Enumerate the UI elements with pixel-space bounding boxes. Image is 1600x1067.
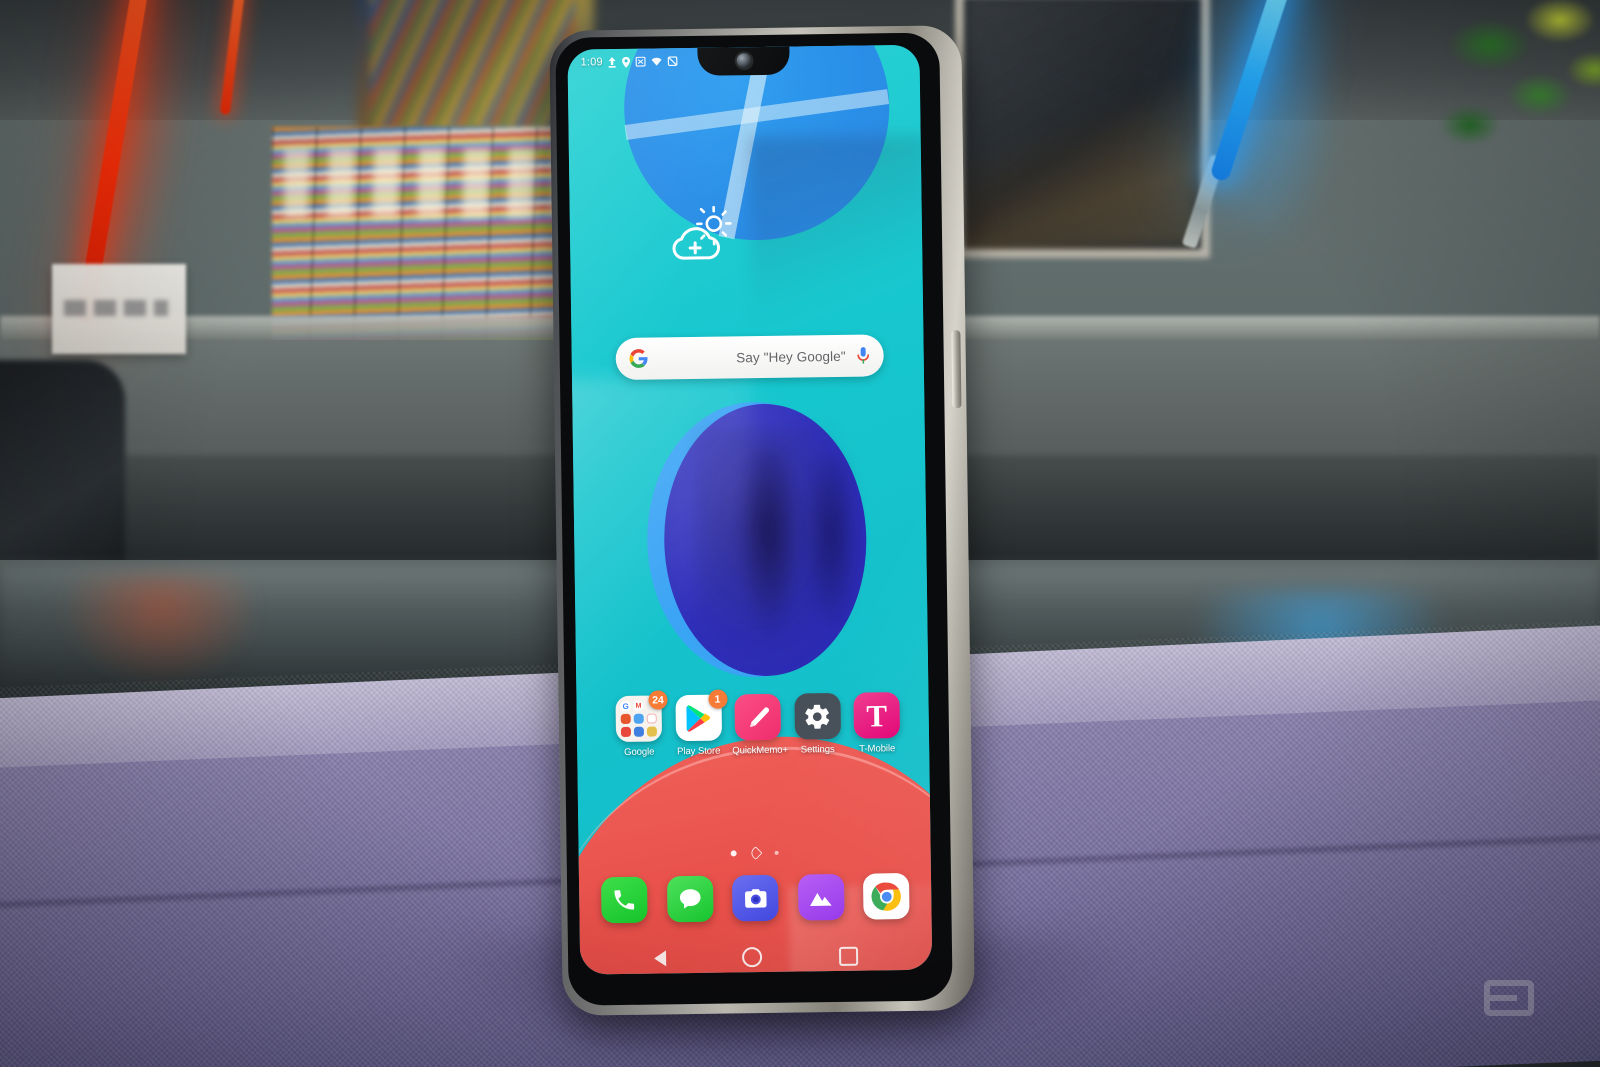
back-triangle-icon[interactable]	[654, 950, 667, 967]
engadget-logo	[1483, 975, 1535, 1021]
microphone-icon[interactable]	[856, 345, 871, 365]
front-camera-icon	[736, 53, 752, 69]
home-circle-icon[interactable]	[742, 947, 763, 968]
framed-art-left-canvas	[370, 0, 575, 127]
sim-card-icon	[635, 56, 646, 67]
mountain-photo-icon[interactable]	[797, 873, 845, 921]
framed-art-right-glare	[965, 0, 1195, 245]
book-spine-labels	[284, 148, 570, 218]
recents-square-icon[interactable]	[838, 946, 859, 966]
app-settings[interactable]: Settings	[791, 692, 844, 756]
no-sim-icon	[667, 56, 678, 67]
dock	[600, 872, 910, 924]
dark-bag	[0, 360, 125, 590]
location-icon	[622, 56, 631, 68]
app-label-tmobile: T-Mobile	[859, 743, 896, 755]
app-tmobile[interactable]: T T-Mobile	[850, 692, 903, 755]
status-bar-left: 1:09	[581, 55, 678, 68]
upload-icon	[608, 56, 617, 68]
screen-glare-top	[748, 134, 932, 348]
photo-scene: 1:09 Say "Hey Google" QuickMemo+ Setting…	[0, 0, 1600, 1067]
search-placeholder-text: Say "Hey Google"	[736, 348, 846, 365]
navigation-bar	[580, 937, 932, 975]
screen-reflection-figure-1	[737, 446, 801, 638]
camera-icon[interactable]	[731, 874, 779, 922]
table-reflection-red	[60, 575, 260, 685]
smartphone[interactable]: 1:09 Say "Hey Google" QuickMemo+ Setting…	[549, 25, 975, 1016]
potted-plant	[1430, 0, 1600, 215]
page-dot-active[interactable]	[730, 850, 737, 857]
t-mobile-icon: T	[853, 692, 901, 739]
wifi-icon	[651, 56, 663, 66]
page-dot[interactable]	[774, 850, 779, 856]
phone-screen[interactable]: 1:09 Say "Hey Google" QuickMemo+ Setting…	[567, 44, 933, 975]
app-label-settings: Settings	[800, 744, 835, 756]
display-card-text	[64, 300, 168, 316]
screen-reflection-figure-2	[803, 455, 861, 632]
google-g-icon	[629, 349, 649, 369]
chrome-icon[interactable]	[862, 872, 910, 920]
home-page-indicator[interactable]	[748, 846, 763, 860]
weather-widget[interactable]	[666, 205, 737, 268]
phone-handset-icon[interactable]	[600, 876, 648, 924]
status-bar-time: 1:09	[580, 56, 603, 69]
power-button[interactable]	[951, 330, 962, 409]
settings-gear-icon	[793, 692, 841, 740]
speech-bubble-icon[interactable]	[666, 875, 714, 923]
